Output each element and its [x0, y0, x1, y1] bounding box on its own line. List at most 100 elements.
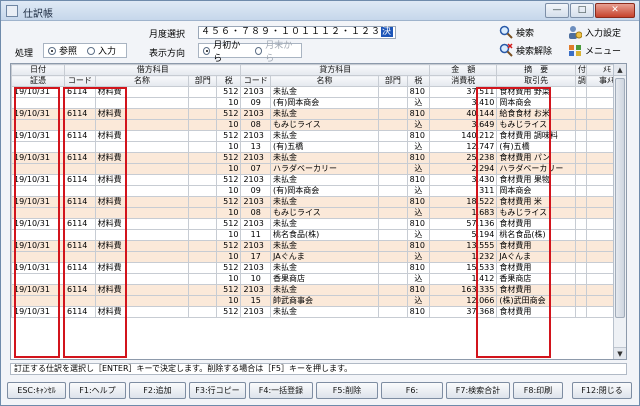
debit-name-cell: 材料費 — [94, 240, 190, 252]
journal-row-main[interactable]: 19/10/31 6114 材料費 512 2103 未払金 810 57,136 食材費用 — [11, 218, 626, 230]
scroll-thumb[interactable] — [615, 78, 625, 318]
adjust-cell — [574, 141, 588, 153]
mode-label: 処理 — [15, 49, 34, 59]
col-voucher[interactable]: 証憑 — [11, 75, 66, 87]
journal-row-main[interactable]: 19/10/31 6114 材料費 512 2103 未払金 810 18,522 食材費用 米 — [11, 196, 626, 208]
f2-add-button[interactable]: F2:追加 — [129, 382, 186, 399]
date-cell: 19/10/31 — [11, 284, 66, 296]
journal-row-main[interactable]: 19/10/31 6114 材料費 512 2103 未払金 810 13,555 食材費用 — [11, 240, 626, 252]
journal-row-sub[interactable]: 10 09 (有)岡本商会 込 3,410 岡本商会 — [11, 97, 626, 109]
col-debit-tax[interactable]: 税 — [215, 75, 242, 87]
amount-cell: 3,430 — [429, 174, 498, 186]
col-debit-code[interactable]: コード — [64, 75, 96, 87]
description-cell: 食材費用 — [496, 284, 576, 296]
voucher-cell — [11, 97, 66, 109]
vertical-scrollbar[interactable]: ▲ ▼ — [613, 64, 626, 359]
journal-row-sub[interactable]: 10 08 もみじライス込 3,649 もみじライス — [11, 119, 626, 131]
col-adjust[interactable]: 調 — [574, 75, 588, 87]
journal-row-sub[interactable]: 10 11 桃名食品(株) 込 5,194 桃名食品(株) — [11, 229, 626, 241]
journal-row-main[interactable]: 19/10/31 6114 材料費 512 2103 未払金 810 40,144 給食食材 お… — [11, 108, 626, 120]
f4-bulk-register-button[interactable]: F4:一括登録 — [249, 382, 313, 399]
close-window-button[interactable]: ✕ — [595, 3, 635, 18]
col-credit-name[interactable]: 名称 — [269, 75, 380, 87]
journal-row-sub[interactable]: 10 10 香果商店込 1,412 香果商店 — [11, 273, 626, 285]
col-credit-dept[interactable]: 部門 — [378, 75, 408, 87]
f7-search-total-button[interactable]: F7:検索合計 — [446, 382, 510, 399]
f8-print-button[interactable]: F8:印刷 — [513, 382, 563, 399]
journal-row-main[interactable]: 19/10/31 6114 材料費 512 2103 未払金 810 15,533 食材費用 — [11, 262, 626, 274]
f12-close-button[interactable]: F12:閉じる — [572, 382, 632, 399]
scroll-down-arrow-icon[interactable]: ▼ — [614, 347, 626, 359]
col-debit-dept[interactable]: 部門 — [188, 75, 217, 87]
col-partner[interactable]: 取引先 — [496, 75, 576, 87]
debit-code-cell: 6114 — [64, 262, 96, 274]
journal-row-sub[interactable]: 10 13 (有)五橋込 12,747 (有)五橋 — [11, 141, 626, 153]
col-amount[interactable]: 金 額 — [429, 64, 498, 76]
journal-row-main[interactable]: 19/10/31 6114 材料費 512 2103 未払金 810 3,430 食材費用 果物 — [11, 174, 626, 186]
col-attach[interactable]: 付 — [574, 64, 588, 76]
voucher-cell — [11, 251, 66, 263]
tax-included-cell: 込 — [406, 273, 431, 285]
mode-view-radio[interactable]: 参照 — [48, 44, 77, 57]
attach-cell — [574, 262, 588, 274]
esc-cancel-button[interactable]: ESC:ｷｬﾝｾﾙ — [7, 382, 66, 399]
journal-row-main[interactable]: 19/10/31 6114 材料費 512 2103 未払金 810 37,368 食材費用 — [11, 306, 626, 318]
menu-button[interactable]: メニュー — [568, 43, 621, 57]
adjust-cell — [574, 97, 588, 109]
mode-input-radio[interactable]: 入力 — [87, 44, 116, 57]
credit-sub-name-cell: ハラダベーカリー — [269, 163, 380, 175]
tax-rate-cell: 10 — [215, 97, 242, 109]
direction-radio-group: 月初から 月末から — [198, 41, 302, 64]
col-consumption-tax[interactable]: 消費税 — [429, 75, 498, 87]
col-debit-account[interactable]: 借方科目 — [64, 64, 242, 76]
credit-name-cell: 未払金 — [269, 86, 380, 98]
partner-cell: 香果商店 — [496, 273, 576, 285]
journal-row-main[interactable]: 19/10/31 6114 材料費 512 2103 未払金 810 140,212 食材費用 … — [11, 130, 626, 142]
month-selected-closing[interactable]: 決 — [381, 27, 394, 37]
journal-row-sub[interactable]: 10 08 もみじライス込 1,683 もみじライス — [11, 207, 626, 219]
col-credit-code[interactable]: コード — [240, 75, 271, 87]
f3-copy-row-button[interactable]: F3:行コピー — [189, 382, 246, 399]
debit-dept-cell — [188, 86, 217, 98]
debit-dept-cell — [188, 130, 217, 142]
credit-tax-cell: 810 — [406, 196, 431, 208]
tax-rate-cell: 10 — [215, 163, 242, 175]
partner-cell: 岡本商会 — [496, 97, 576, 109]
credit-dept-cell — [378, 218, 408, 230]
journal-grid[interactable]: 日付 借方科目 貸方科目 金 額 摘 要 付 ﾒﾓ 証憑 コード 名称 部門 税… — [10, 63, 627, 360]
credit-code-cell: 2103 — [240, 152, 271, 164]
search-button[interactable]: 検索 — [499, 25, 534, 39]
col-date[interactable]: 日付 — [11, 64, 66, 76]
f6-button[interactable]: F6: — [381, 382, 443, 399]
maximize-button[interactable]: □ — [570, 3, 594, 18]
journal-row-main[interactable]: 19/10/31 6114 材料費 512 2103 未払金 810 25,238 食材費用 パ… — [11, 152, 626, 164]
journal-row-main[interactable]: 19/10/31 6114 材料費 512 2103 未払金 810 37,511 食材費用 野… — [11, 86, 626, 98]
f1-help-button[interactable]: F1:ヘルプ — [69, 382, 126, 399]
title-bar: 仕訳帳 — □ ✕ — [1, 1, 639, 21]
credit-sub-dept-cell — [378, 163, 408, 175]
journal-row-main[interactable]: 19/10/31 6114 材料費 512 2103 未払金 810 163,335 食材費用 — [11, 284, 626, 296]
credit-dept-cell — [378, 306, 408, 318]
journal-row-sub[interactable]: 10 07 ハラダベーカリー込 2,294 ハラダベーカリー — [11, 163, 626, 175]
debit-dept-cell — [188, 108, 217, 120]
col-description[interactable]: 摘 要 — [496, 64, 576, 76]
f5-delete-button[interactable]: F5:削除 — [316, 382, 378, 399]
scroll-up-arrow-icon[interactable]: ▲ — [614, 64, 626, 76]
col-credit-account[interactable]: 貸方科目 — [240, 64, 431, 76]
col-credit-tax[interactable]: 税 — [406, 75, 431, 87]
direction-start-radio[interactable]: 月初から — [203, 38, 245, 64]
search-clear-button[interactable]: 検索解除 — [499, 43, 552, 57]
debit-sub-code-cell — [64, 119, 96, 131]
attach-cell — [574, 152, 588, 164]
credit-dept-cell — [378, 108, 408, 120]
journal-row-sub[interactable]: 10 17 JAぐんま込 1,232 JAぐんま — [11, 251, 626, 263]
journal-row-sub[interactable]: 10 09 (有)岡本商会 込 311 岡本商会 — [11, 185, 626, 197]
journal-row-sub[interactable]: 10 15 帥武商事会 込 12,066 (株)武田商会 — [11, 295, 626, 307]
input-settings-button[interactable]: 入力設定 — [568, 25, 621, 39]
col-debit-name[interactable]: 名称 — [94, 75, 190, 87]
month-options[interactable]: ４５６・７８９・１０１１１２・１２３ — [201, 27, 381, 37]
credit-code-cell: 2103 — [240, 174, 271, 186]
minimize-button[interactable]: — — [545, 3, 569, 18]
description-cell: 食材費用 果物 — [496, 174, 576, 186]
direction-end-radio[interactable]: 月末から — [255, 38, 297, 64]
